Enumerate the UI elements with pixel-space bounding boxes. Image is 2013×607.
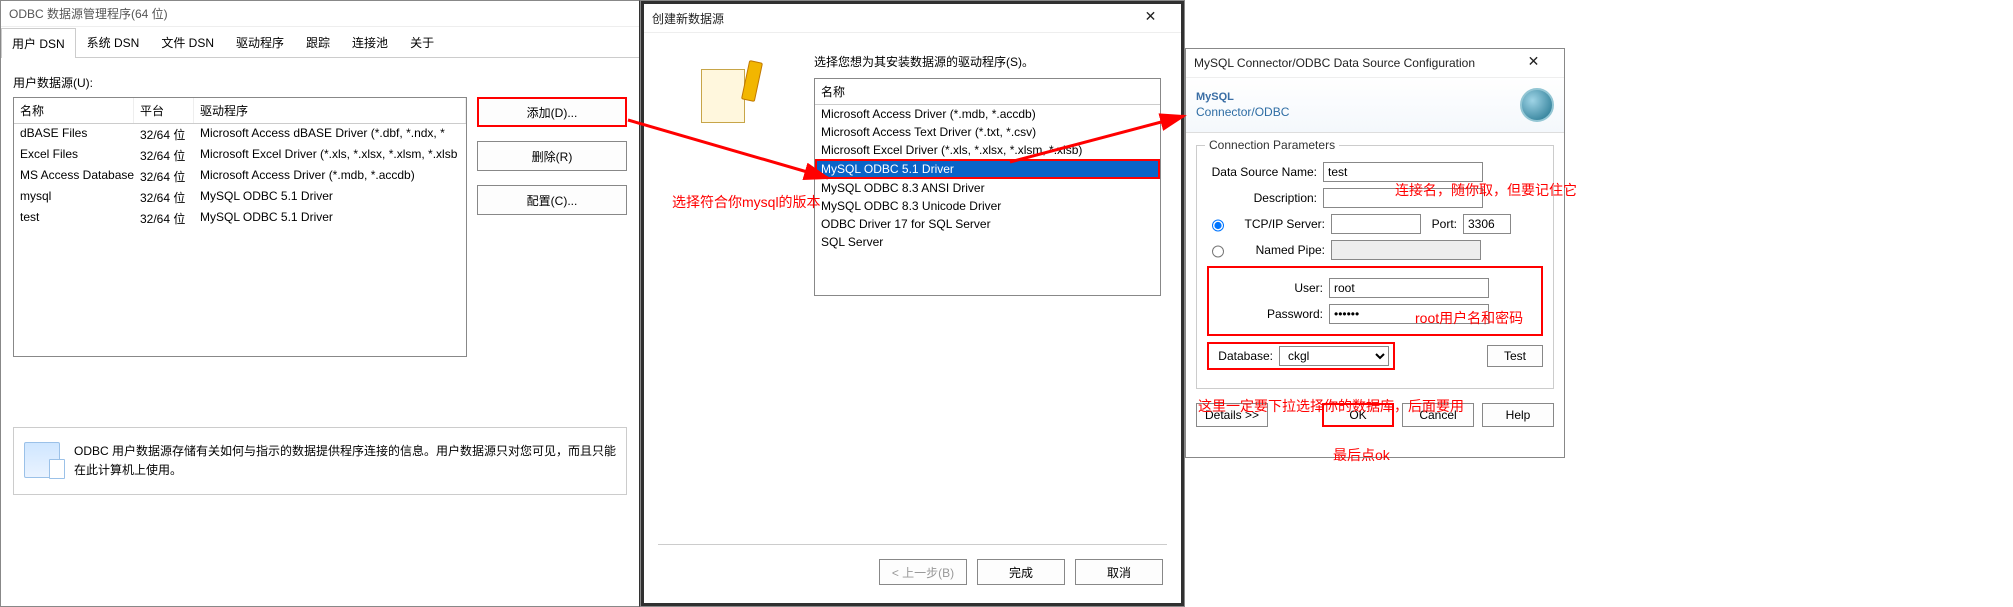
list-header: 名称 平台 驱动程序 (14, 98, 466, 124)
namedpipe-input (1331, 240, 1481, 260)
user-pwd-red-box: User: Password: (1207, 266, 1543, 336)
cell-name: dBASE Files (14, 124, 134, 145)
tcpip-input[interactable] (1331, 214, 1421, 234)
user-ds-list[interactable]: 名称 平台 驱动程序 dBASE Files32/64 位Microsoft A… (13, 97, 467, 357)
cell-name: Excel Files (14, 145, 134, 166)
datasource-wizard-icon (697, 63, 761, 127)
tab-about[interactable]: 关于 (399, 27, 445, 57)
user-input[interactable] (1329, 278, 1489, 298)
namedpipe-radio[interactable] (1212, 245, 1224, 258)
password-input[interactable] (1329, 304, 1489, 324)
dsn-label: Data Source Name: (1207, 165, 1317, 179)
ok-button[interactable]: OK (1322, 403, 1394, 427)
info-text: ODBC 用户数据源存储有关如何与指示的数据提供程序连接的信息。用户数据源只对您… (74, 442, 616, 480)
cell-name: test (14, 208, 134, 229)
w3-titlebar: MySQL Connector/ODBC Data Source Configu… (1186, 49, 1564, 78)
mysql-logo-text: MySQL (1196, 91, 1289, 103)
datasource-icon (24, 442, 60, 478)
driver-list-item[interactable]: Microsoft Excel Driver (*.xls, *.xlsx, *… (815, 141, 1160, 159)
close-icon[interactable]: ✕ (1128, 8, 1173, 28)
password-label: Password: (1213, 307, 1323, 321)
info-box: ODBC 用户数据源存储有关如何与指示的数据提供程序连接的信息。用户数据源只对您… (13, 427, 627, 495)
w1-titlebar: ODBC 数据源管理程序(64 位) (1, 1, 639, 27)
driver-col-name[interactable]: 名称 (815, 79, 1160, 105)
finish-button[interactable]: 完成 (977, 559, 1065, 585)
test-button[interactable]: Test (1487, 345, 1543, 367)
driver-list-item[interactable]: MySQL ODBC 5.1 Driver (815, 159, 1160, 179)
cell-name: MS Access Database (14, 166, 134, 187)
desc-input[interactable] (1323, 188, 1483, 208)
help-button[interactable]: Help (1482, 403, 1554, 427)
user-ds-label: 用户数据源(U): (13, 74, 627, 91)
w1-title: ODBC 数据源管理程序(64 位) (9, 5, 168, 22)
cell-platform: 32/64 位 (134, 124, 194, 145)
group-title: Connection Parameters (1205, 138, 1339, 152)
w1-tabs: 用户 DSN 系统 DSN 文件 DSN 驱动程序 跟踪 连接池 关于 (1, 27, 639, 58)
driver-list-item[interactable]: SQL Server (815, 233, 1160, 251)
cell-platform: 32/64 位 (134, 208, 194, 229)
driver-list-item[interactable]: Microsoft Access Driver (*.mdb, *.accdb) (815, 105, 1160, 123)
user-label: User: (1213, 281, 1323, 295)
cell-platform: 32/64 位 (134, 187, 194, 208)
table-row[interactable]: MS Access Database32/64 位Microsoft Acces… (14, 166, 466, 187)
driver-list[interactable]: 名称 Microsoft Access Driver (*.mdb, *.acc… (814, 78, 1161, 296)
driver-list-item[interactable]: MySQL ODBC 8.3 ANSI Driver (815, 179, 1160, 197)
configure-button[interactable]: 配置(C)... (477, 185, 627, 215)
cell-name: mysql (14, 187, 134, 208)
tcpip-radio[interactable] (1212, 219, 1224, 232)
tab-user-dsn[interactable]: 用户 DSN (1, 28, 76, 58)
cell-platform: 32/64 位 (134, 145, 194, 166)
w2-title: 创建新数据源 (652, 10, 724, 27)
mysql-banner: MySQL Connector/ODBC (1186, 78, 1564, 133)
cell-driver: Microsoft Access Driver (*.mdb, *.accdb) (194, 166, 466, 187)
desc-label: Description: (1207, 191, 1317, 205)
tab-trace[interactable]: 跟踪 (295, 27, 341, 57)
tab-pool[interactable]: 连接池 (341, 27, 399, 57)
delete-button[interactable]: 删除(R) (477, 141, 627, 171)
close-icon[interactable]: ✕ (1511, 53, 1556, 73)
driver-list-item[interactable]: ODBC Driver 17 for SQL Server (815, 215, 1160, 233)
table-row[interactable]: dBASE Files32/64 位Microsoft Access dBASE… (14, 124, 466, 145)
table-row[interactable]: test32/64 位MySQL ODBC 5.1 Driver (14, 208, 466, 229)
add-button[interactable]: 添加(D)... (477, 97, 627, 127)
back-button[interactable]: < 上一步(B) (879, 559, 967, 585)
port-input[interactable] (1463, 214, 1511, 234)
details-button[interactable]: Details >> (1196, 403, 1268, 427)
wizard-icon-area (664, 53, 794, 293)
col-driver[interactable]: 驱动程序 (194, 98, 466, 123)
tab-file-dsn[interactable]: 文件 DSN (150, 27, 225, 57)
disc-icon (1520, 88, 1554, 122)
cell-platform: 32/64 位 (134, 166, 194, 187)
tcpip-label: TCP/IP Server: (1233, 217, 1325, 231)
col-platform[interactable]: 平台 (134, 98, 194, 123)
namedpipe-label: Named Pipe: (1233, 243, 1325, 257)
database-select[interactable]: ckgl (1279, 346, 1389, 366)
tab-drivers[interactable]: 驱动程序 (225, 27, 295, 57)
cell-driver: Microsoft Access dBASE Driver (*.dbf, *.… (194, 124, 466, 145)
cancel-button[interactable]: 取消 (1075, 559, 1163, 585)
cell-driver: Microsoft Excel Driver (*.xls, *.xlsx, *… (194, 145, 466, 166)
tab-system-dsn[interactable]: 系统 DSN (76, 27, 151, 57)
cell-driver: MySQL ODBC 5.1 Driver (194, 208, 466, 229)
w3-title: MySQL Connector/ODBC Data Source Configu… (1194, 56, 1475, 70)
w2-titlebar: 创建新数据源 ✕ (644, 4, 1181, 33)
database-label: Database: (1213, 349, 1273, 363)
col-name[interactable]: 名称 (14, 98, 134, 123)
driver-list-item[interactable]: MySQL ODBC 8.3 Unicode Driver (815, 197, 1160, 215)
connection-parameters-group: Connection Parameters Data Source Name: … (1196, 145, 1554, 389)
connector-odbc-text: Connector/ODBC (1196, 105, 1289, 119)
cancel-button[interactable]: Cancel (1402, 403, 1474, 427)
database-red-box: Database: ckgl (1207, 342, 1395, 370)
dsn-input[interactable] (1323, 162, 1483, 182)
port-label: Port: (1427, 217, 1457, 231)
table-row[interactable]: Excel Files32/64 位Microsoft Excel Driver… (14, 145, 466, 166)
driver-prompt: 选择您想为其安装数据源的驱动程序(S)。 (814, 53, 1161, 70)
driver-list-item[interactable]: Microsoft Access Text Driver (*.txt, *.c… (815, 123, 1160, 141)
table-row[interactable]: mysql32/64 位MySQL ODBC 5.1 Driver (14, 187, 466, 208)
cell-driver: MySQL ODBC 5.1 Driver (194, 187, 466, 208)
